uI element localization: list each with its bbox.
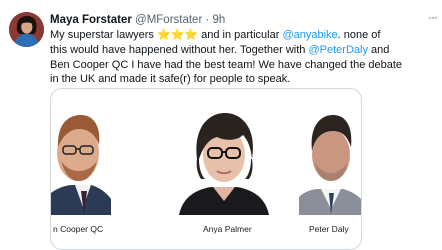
tweet-media[interactable]: n Cooper QC Anya Palmer Peter Daly bbox=[50, 88, 362, 250]
tweet-text: My superstar lawyers ⭐⭐⭐ and in particul… bbox=[50, 28, 403, 87]
portrait-image bbox=[51, 97, 111, 215]
mention-link[interactable]: @PeterDaly bbox=[308, 44, 367, 56]
tweet-text-line: this would have happened without her. To… bbox=[50, 43, 390, 58]
tweet-timestamp[interactable]: 9h bbox=[213, 14, 226, 26]
author-name[interactable]: Maya Forstater bbox=[50, 14, 132, 26]
tweet-text-segment: . none of bbox=[337, 29, 381, 41]
portrait-photo bbox=[51, 97, 111, 215]
photo-caption: Anya Palmer bbox=[203, 224, 252, 234]
avatar-image bbox=[9, 12, 44, 47]
tweet-header: Maya Forstater @MForstater · 9h bbox=[50, 13, 225, 27]
avatar[interactable] bbox=[9, 12, 44, 47]
photo-caption: Peter Daly bbox=[309, 224, 349, 234]
photo-caption: n Cooper QC bbox=[53, 224, 104, 234]
tweet-text-segment: and bbox=[367, 43, 390, 56]
mention-link[interactable]: @anyabike bbox=[282, 29, 337, 41]
more-dots-icon[interactable]: ··· bbox=[428, 10, 438, 24]
tweet-text-line: Ben Cooper QC I have had the best team! … bbox=[50, 58, 403, 71]
tweet[interactable]: Maya Forstater @MForstater · 9h ··· My s… bbox=[0, 0, 442, 250]
tweet-text-line: My superstar lawyers ⭐⭐⭐ and in particul… bbox=[50, 28, 390, 43]
portrait-image bbox=[299, 97, 361, 215]
tweet-text-segment: My superstar lawyers bbox=[50, 29, 157, 41]
portrait-image bbox=[169, 97, 279, 215]
portrait-photo bbox=[169, 97, 279, 215]
tweet-text-segment: this would have happened without her. To… bbox=[50, 43, 309, 56]
separator-dot: · bbox=[205, 14, 210, 26]
portrait-photo bbox=[299, 97, 361, 215]
author-handle[interactable]: @MForstater bbox=[135, 14, 202, 26]
star-emoji-icon: ⭐⭐⭐ bbox=[156, 29, 199, 41]
tweet-text-line: in the UK and made it safe(r) for people… bbox=[50, 73, 291, 86]
tweet-text-segment: and in particular bbox=[198, 29, 283, 41]
